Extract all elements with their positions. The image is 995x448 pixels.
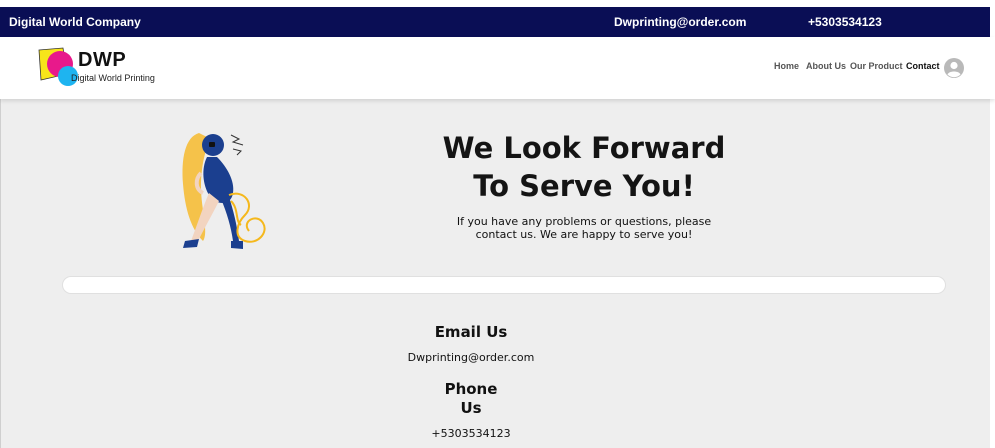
- hero-description-line-2: contact us. We are happy to serve you!: [475, 228, 693, 241]
- hero-title-line-2: To Serve You!: [473, 169, 695, 203]
- site-header: DWP Digital World Printing Home About Us…: [0, 37, 995, 99]
- logo-subtitle: Digital World Printing: [71, 73, 155, 83]
- section-divider: [62, 276, 946, 294]
- user-avatar-icon[interactable]: [944, 58, 964, 78]
- hero-title: We Look Forward To Serve You!: [421, 129, 747, 205]
- person-on-phone-illustration: [182, 133, 266, 249]
- topbar-phone[interactable]: +5303534123: [808, 16, 882, 29]
- topbar-email[interactable]: Dwprinting@order.com: [614, 16, 746, 29]
- nav-our-product[interactable]: Our Product: [850, 61, 903, 71]
- hero-title-line-1: We Look Forward: [442, 131, 726, 165]
- nav-contact[interactable]: Contact: [906, 61, 940, 71]
- nav-home[interactable]: Home: [774, 61, 799, 71]
- hero-description-line-1: If you have any problems or questions, p…: [456, 215, 712, 228]
- logo-text: DWP: [78, 49, 127, 71]
- email-value[interactable]: Dwprinting@order.com: [381, 351, 561, 364]
- top-contact-bar: Digital World Company Dwprinting@order.c…: [0, 7, 990, 37]
- phone-title-line-1: Phone: [444, 380, 498, 398]
- hero-description: If you have any problems or questions, p…: [421, 215, 747, 241]
- phone-title-line-2: Us: [460, 399, 482, 417]
- company-name: Digital World Company: [9, 15, 141, 29]
- phone-value[interactable]: +5303534123: [381, 427, 561, 440]
- logo[interactable]: DWP Digital World Printing: [33, 46, 183, 88]
- email-title: Email Us: [434, 323, 508, 341]
- phone-title: Phone Us: [441, 380, 501, 418]
- contact-page-content: We Look Forward To Serve You! If you hav…: [0, 99, 990, 448]
- nav-about-us[interactable]: About Us: [806, 61, 846, 71]
